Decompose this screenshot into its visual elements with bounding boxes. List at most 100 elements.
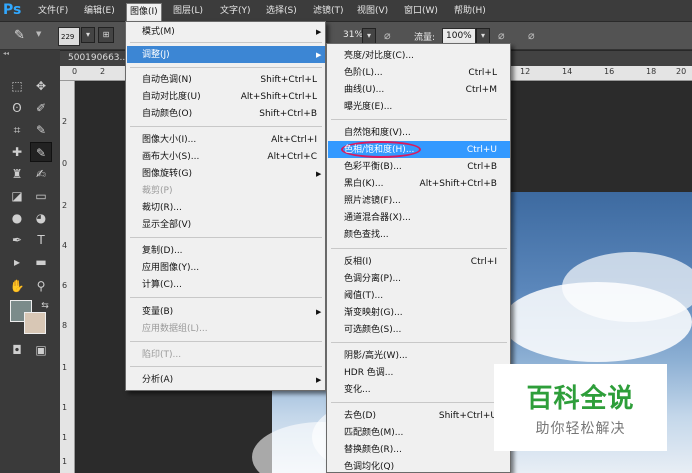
menu-item-photo-filter[interactable]: 照片滤镜(F)... — [344, 193, 401, 209]
menu-item-image-rotation[interactable]: 图像旋转(G) — [142, 166, 192, 182]
menu-item-variables[interactable]: 变量(B) — [142, 304, 173, 320]
shortcut: Alt+Shift+Ctrl+B — [419, 179, 497, 189]
shortcut: Ctrl+U — [466, 145, 497, 155]
image-menu: 模式(M) ▶ 调整(J) ▶ 自动色调(N) Shift+Ctrl+L 自动对… — [125, 21, 326, 391]
menu-item-curves[interactable]: 曲线(U)... — [344, 82, 384, 98]
quick-mask-icon[interactable]: ◘ — [6, 340, 28, 360]
menu-type[interactable]: 文字(Y) — [220, 4, 251, 19]
menu-help[interactable]: 帮助(H) — [454, 4, 486, 19]
move-icon[interactable]: ✥ — [30, 76, 52, 96]
menu-item-hdr-toning[interactable]: HDR 色调... — [344, 365, 393, 381]
flow-field[interactable]: 100% — [442, 28, 476, 44]
ruler-mark: 4 — [62, 241, 68, 250]
menu-item-auto-color[interactable]: 自动颜色(O) — [142, 106, 192, 122]
chevron-down-icon[interactable]: ▼ — [36, 30, 41, 38]
hand-icon[interactable]: ✋ — [6, 276, 28, 296]
type-icon[interactable]: T — [30, 230, 52, 250]
opacity-field[interactable]: 31% — [340, 28, 363, 44]
menu-view[interactable]: 视图(V) — [357, 4, 388, 19]
brush-icon[interactable]: ✎ — [30, 142, 52, 162]
menu-edit[interactable]: 编辑(E) — [84, 4, 115, 19]
menu-item-equalize[interactable]: 色调均化(Q) — [344, 459, 394, 473]
menu-item-invert[interactable]: 反相(I) — [344, 254, 372, 270]
brush-preset-dropdown[interactable]: ▾ — [81, 27, 95, 43]
menu-item-canvas-size[interactable]: 画布大小(S)... — [142, 149, 199, 165]
blur-icon[interactable]: ● — [6, 208, 28, 228]
menu-filter[interactable]: 滤镜(T) — [313, 4, 344, 19]
menu-item-variations[interactable]: 变化... — [344, 382, 371, 398]
menu-item-threshold[interactable]: 阈值(T)... — [344, 288, 383, 304]
marquee-icon[interactable]: ⬚ — [6, 76, 28, 96]
document-tab[interactable]: 500190663... — [68, 53, 128, 63]
path-select-icon[interactable]: ▸ — [6, 252, 28, 272]
pen-icon[interactable]: ✒ — [6, 230, 28, 250]
menu-item-desaturate[interactable]: 去色(D) — [344, 408, 376, 424]
menu-item-apply-image[interactable]: 应用图像(Y)... — [142, 260, 199, 276]
menu-item-channel-mixer[interactable]: 通道混合器(X)... — [344, 210, 411, 226]
dodge-icon[interactable]: ◕ — [30, 208, 52, 228]
pressure-size-icon[interactable]: ⌀ — [528, 29, 535, 42]
menu-file[interactable]: 文件(F) — [38, 4, 68, 19]
quick-select-icon[interactable]: ✐ — [30, 98, 52, 118]
menu-item-analysis[interactable]: 分析(A) — [142, 372, 173, 388]
menu-item-trim[interactable]: 裁切(R)... — [142, 200, 182, 216]
shortcut: Alt+Ctrl+I — [271, 135, 317, 145]
lasso-icon[interactable]: ʘ — [6, 98, 28, 118]
brush-tool-icon[interactable]: ✎ — [14, 28, 25, 43]
menu-item-image-size[interactable]: 图像大小(I)... — [142, 132, 196, 148]
separator — [130, 341, 322, 342]
menu-item-trap: 陷印(T)... — [142, 350, 182, 360]
shortcut: Ctrl+B — [467, 162, 497, 172]
pressure-opacity-icon[interactable]: ⌀ — [384, 29, 391, 42]
menu-item-apply-data-set: 应用数据组(L)... — [142, 324, 208, 334]
zoom-icon[interactable]: ⚲ — [30, 276, 52, 296]
eraser-icon[interactable]: ◪ — [6, 186, 28, 206]
brush-size-field[interactable]: 229 — [58, 27, 80, 46]
menu-layer[interactable]: 图层(L) — [173, 4, 203, 19]
menu-item-black-white[interactable]: 黑白(K)... — [344, 176, 384, 192]
eyedropper-icon[interactable]: ✎ — [30, 120, 52, 140]
separator — [331, 119, 507, 120]
menu-image[interactable]: 图像(I) — [126, 3, 162, 22]
menu-item-gradient-map[interactable]: 渐变映射(G)... — [344, 305, 403, 321]
flow-dropdown[interactable]: ▾ — [476, 28, 490, 44]
menu-item-duplicate[interactable]: 复制(D)... — [142, 243, 183, 259]
menu-item-reveal-all[interactable]: 显示全部(V) — [142, 217, 191, 233]
menu-item-shadows-highlights[interactable]: 阴影/高光(W)... — [344, 348, 408, 364]
menu-item-vibrance[interactable]: 自然饱和度(V)... — [344, 125, 411, 141]
screen-mode-icon[interactable]: ▣ — [30, 340, 52, 360]
menu-item-levels[interactable]: 色阶(L)... — [344, 65, 383, 81]
clone-stamp-icon[interactable]: ♜ — [6, 164, 28, 184]
opacity-dropdown[interactable]: ▾ — [362, 28, 376, 44]
menu-item-brightness-contrast[interactable]: 亮度/对比度(C)... — [344, 48, 414, 64]
menu-item-selective-color[interactable]: 可选颜色(S)... — [344, 322, 401, 338]
separator — [130, 126, 322, 127]
crop-icon[interactable]: ⌗ — [6, 120, 28, 140]
menu-item-auto-tone[interactable]: 自动色调(N) — [142, 72, 192, 88]
menu-item-exposure[interactable]: 曝光度(E)... — [344, 99, 392, 115]
submenu-arrow-icon: ▶ — [316, 51, 322, 59]
brush-panel-icon[interactable]: ⊞ — [98, 27, 114, 43]
menu-item-hue-saturation[interactable]: 色相/饱和度(H)... — [344, 142, 414, 158]
airbrush-icon[interactable]: ⌀ — [498, 29, 505, 42]
collapse-icon[interactable]: ◂◂ — [0, 50, 60, 58]
menu-select[interactable]: 选择(S) — [266, 4, 297, 19]
menu-item-posterize[interactable]: 色调分离(P)... — [344, 271, 401, 287]
menu-item-match-color[interactable]: 匹配颜色(M)... — [344, 425, 403, 441]
menu-item-replace-color[interactable]: 替换颜色(R)... — [344, 442, 402, 458]
shape-icon[interactable]: ▬ — [30, 252, 52, 272]
gradient-icon[interactable]: ▭ — [30, 186, 52, 206]
menu-bar: Ps 文件(F) 编辑(E) 图像(I) 图层(L) 文字(Y) 选择(S) 滤… — [0, 0, 692, 22]
swap-colors-icon[interactable]: ⇆ — [34, 296, 56, 316]
menu-item-auto-contrast[interactable]: 自动对比度(U) — [142, 89, 201, 105]
menu-item-color-balance[interactable]: 色彩平衡(B)... — [344, 159, 402, 175]
menu-item-adjust[interactable]: 调整(J) — [142, 47, 170, 63]
menu-item-calculations[interactable]: 计算(C)... — [142, 277, 182, 293]
healing-brush-icon[interactable]: ✚ — [6, 142, 28, 162]
menu-window[interactable]: 窗口(W) — [404, 4, 438, 19]
menu-item-mode[interactable]: 模式(M) — [142, 24, 175, 40]
ruler-mark: 0 — [72, 67, 78, 76]
history-brush-icon[interactable]: ✍ — [30, 164, 52, 184]
menu-item-color-lookup[interactable]: 颜色查找... — [344, 227, 389, 243]
ruler-mark: 1 — [62, 403, 68, 412]
